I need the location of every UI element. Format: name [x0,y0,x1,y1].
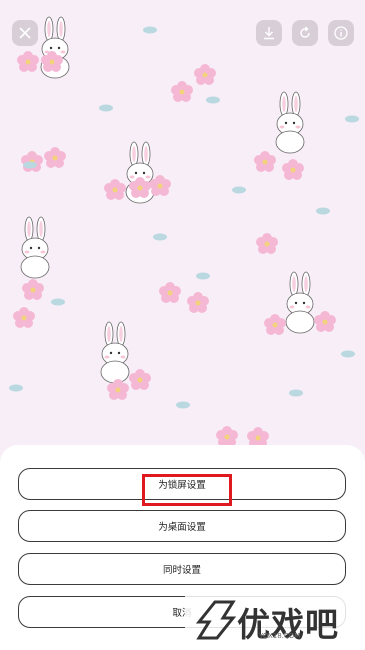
watermark-logo-icon [195,600,237,640]
close-icon [19,27,31,39]
download-button[interactable] [256,20,282,46]
rotate-icon [300,26,310,38]
wallpaper-pattern [9,16,359,448]
rotate-button[interactable] [292,20,318,46]
close-button[interactable] [12,20,38,46]
info-icon [334,26,348,40]
set-desktop-button[interactable]: 为桌面设置 [18,510,346,542]
watermark-domain: YOX18.COM [259,632,301,640]
info-button[interactable] [328,20,354,46]
download-icon [264,27,274,40]
wallpaper-preview [0,0,365,460]
set-both-button[interactable]: 同时设置 [18,553,346,585]
highlight-box [142,474,232,506]
watermark: 优戏吧 YOX18.COM [185,592,365,650]
